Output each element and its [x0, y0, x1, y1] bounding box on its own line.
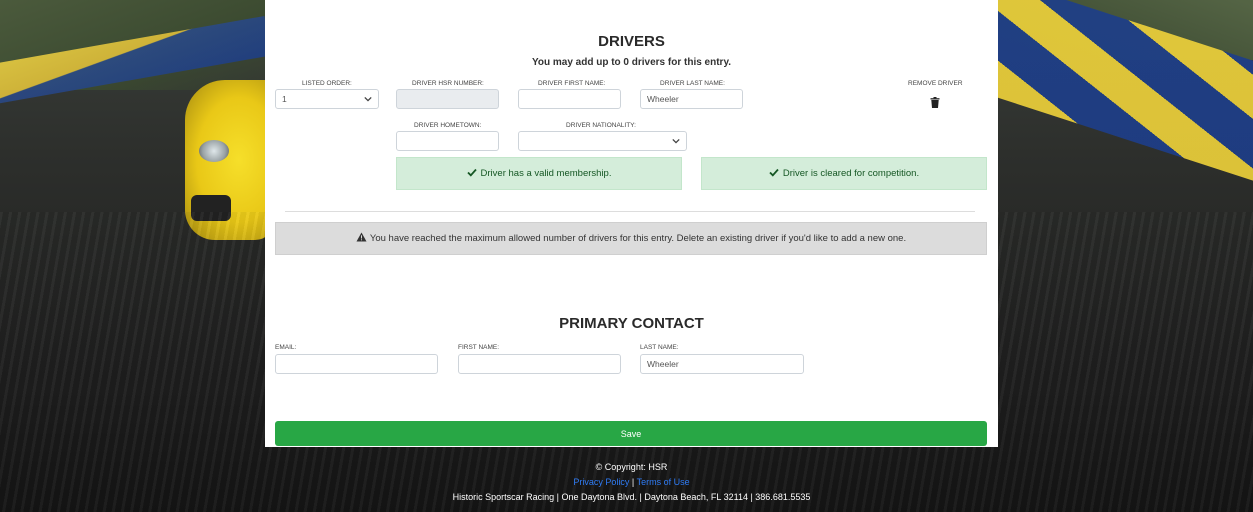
hsr-number-label: DRIVER HSR NUMBER:: [412, 80, 484, 87]
page-footer: © Copyright: HSR Privacy Policy | Terms …: [265, 460, 998, 505]
warning-icon: [356, 232, 367, 245]
trash-icon[interactable]: [930, 95, 940, 108]
contact-first-name-label: FIRST NAME:: [458, 344, 500, 351]
contact-last-name-input[interactable]: Wheeler: [640, 354, 804, 374]
driver-last-name-value: Wheeler: [647, 94, 679, 104]
hometown-label: DRIVER HOMETOWN:: [414, 122, 482, 129]
max-drivers-warning-text: You have reached the maximum allowed num…: [369, 233, 907, 244]
driver-first-name-label: DRIVER FIRST NAME:: [538, 80, 606, 87]
contact-first-name-input[interactable]: [458, 354, 621, 374]
nationality-label: DRIVER NATIONALITY:: [566, 122, 636, 129]
competition-status-alert: Driver is cleared for competition.: [701, 157, 987, 190]
privacy-policy-link[interactable]: Privacy Policy: [573, 477, 629, 487]
footer-address: Historic Sportscar Racing | One Daytona …: [452, 492, 811, 502]
listed-order-label: LISTED ORDER:: [302, 80, 352, 87]
section-divider: [285, 211, 975, 212]
listed-order-value: 1: [282, 94, 287, 104]
footer-link-separator: |: [631, 477, 635, 487]
driver-nationality-select[interactable]: [518, 131, 687, 151]
chevron-down-icon: [672, 137, 680, 147]
listed-order-select[interactable]: 1: [275, 89, 379, 109]
contact-last-name-label: LAST NAME:: [640, 344, 679, 351]
drivers-subtitle: You may add up to 0 drivers for this ent…: [531, 57, 732, 68]
driver-hometown-input[interactable]: [396, 131, 499, 151]
membership-status-alert: Driver has a valid membership.: [396, 157, 682, 190]
driver-first-name-input[interactable]: [518, 89, 621, 109]
chevron-down-icon: [364, 95, 372, 105]
check-icon: [466, 168, 477, 180]
copyright-text: © Copyright: HSR: [595, 462, 668, 472]
terms-of-use-link[interactable]: Terms of Use: [637, 477, 690, 487]
membership-status-text: Driver has a valid membership.: [480, 168, 612, 179]
check-icon: [769, 168, 779, 180]
contact-last-name-value: Wheeler: [647, 359, 679, 369]
primary-contact-title: PRIMARY CONTACT: [559, 315, 704, 332]
driver-last-name-label: DRIVER LAST NAME:: [660, 80, 725, 87]
email-field[interactable]: [275, 354, 438, 374]
driver-last-name-input[interactable]: Wheeler: [640, 89, 743, 109]
drivers-title: DRIVERS: [598, 33, 665, 50]
email-label: EMAIL:: [275, 344, 297, 351]
competition-status-text: Driver is cleared for competition.: [782, 168, 920, 179]
hsr-number-input: [396, 89, 499, 109]
entry-form-panel: DRIVERS You may add up to 0 drivers for …: [265, 0, 998, 447]
footer-links: Privacy Policy | Terms of Use: [265, 475, 998, 490]
max-drivers-warning: You have reached the maximum allowed num…: [275, 222, 987, 255]
save-button[interactable]: Save: [275, 421, 987, 446]
remove-driver-label: REMOVE DRIVER: [908, 80, 963, 87]
